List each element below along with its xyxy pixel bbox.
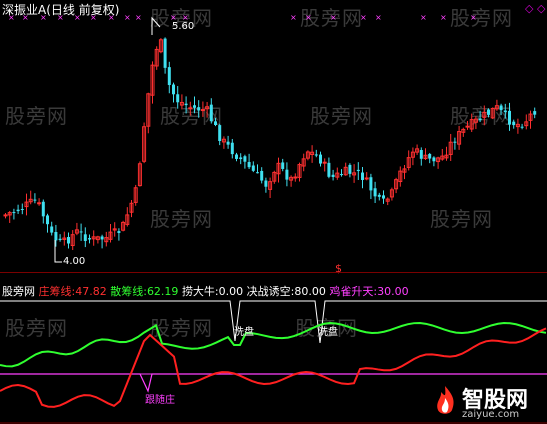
candle-body — [465, 125, 470, 128]
cross-marker: × — [360, 13, 367, 22]
candle-body — [193, 105, 196, 108]
candle-body — [50, 226, 54, 233]
candle-body — [432, 157, 436, 162]
candle-body — [184, 103, 188, 106]
candle-body — [256, 172, 259, 174]
cross-marker: × — [420, 13, 427, 22]
candle-body — [260, 170, 264, 181]
candle-body — [503, 110, 507, 113]
candle-body — [117, 231, 121, 233]
candle-body — [235, 154, 238, 159]
candle-body — [499, 105, 503, 111]
candle-body — [533, 111, 537, 115]
candle-body — [478, 118, 482, 121]
flame-icon — [437, 386, 454, 414]
candle-body — [327, 162, 331, 177]
annotation-wash: 洗盘 — [234, 327, 254, 338]
candle-body — [520, 126, 524, 128]
candle-body — [79, 231, 83, 233]
candle-body — [218, 125, 222, 141]
candle-body — [251, 165, 255, 171]
cross-marker: × — [290, 13, 297, 22]
cross-marker: × — [440, 13, 447, 22]
candle-body — [83, 234, 87, 241]
high-pointer-line — [151, 16, 161, 35]
annotation-wash: 洗盘 — [318, 327, 338, 338]
candle-body — [285, 169, 289, 180]
candle-body — [487, 109, 490, 115]
candle-body — [264, 180, 268, 187]
low-price-label: 4.00 — [63, 256, 86, 267]
green-line — [0, 321, 547, 368]
candle-body — [16, 209, 20, 212]
candle-body — [167, 67, 171, 85]
brand-url: zaiyue.com — [462, 409, 520, 420]
candle-body — [46, 215, 49, 225]
candle-body — [188, 107, 193, 110]
control-diamond-icon[interactable]: ◇ — [525, 2, 533, 15]
candle-body — [508, 110, 511, 125]
cross-marker: × — [305, 13, 312, 22]
cross-marker: × — [375, 13, 382, 22]
candle-body — [247, 162, 251, 168]
candle-body — [58, 238, 62, 240]
candle-body — [197, 107, 201, 111]
cross-marker: × — [135, 13, 142, 22]
candle-body — [209, 104, 213, 122]
candle-body — [200, 109, 205, 112]
candle-body — [364, 177, 369, 180]
candlestick-chart: × × × × × × × × × × × × × × × × × × × — [3, 13, 537, 263]
candle-body — [377, 194, 381, 197]
candle-body — [33, 199, 37, 201]
candle-body — [12, 212, 16, 214]
candle-body — [369, 177, 373, 191]
candle-body — [54, 231, 58, 241]
candle-body — [243, 156, 247, 162]
candle-body — [373, 188, 377, 197]
cross-marker: × — [124, 13, 131, 22]
candle-body — [356, 169, 360, 172]
chart-title: 深振业A(日线 前复权) — [2, 3, 120, 17]
candle-body — [37, 202, 42, 205]
candle-body — [281, 162, 285, 169]
candle-body — [314, 154, 318, 156]
brand-logo: 智股网 zaiyue.com — [432, 382, 547, 424]
candle-body — [163, 38, 167, 68]
candle-body — [176, 94, 180, 103]
candle-body — [214, 121, 217, 126]
candle-body — [428, 153, 432, 159]
candle-body — [226, 141, 230, 145]
candle-body — [3, 214, 8, 217]
cross-marker: × — [330, 13, 337, 22]
high-price-label: 5.60 — [172, 21, 195, 32]
candles-group — [3, 37, 537, 251]
candle-body — [88, 238, 91, 240]
candle-body — [453, 141, 457, 143]
candle-body — [319, 154, 322, 164]
candle-body — [100, 236, 104, 240]
candle-body — [20, 209, 24, 211]
candle-body — [361, 172, 364, 180]
candle-body — [322, 161, 327, 164]
candle-body — [331, 174, 335, 177]
candle-body — [230, 142, 234, 155]
annotation-follow: 跟随庄 — [145, 395, 175, 406]
candle-body — [239, 157, 243, 160]
candle-body — [172, 84, 175, 95]
candle-body — [67, 236, 70, 244]
control-diamond-icon[interactable]: ◇ — [537, 2, 545, 15]
candle-body — [348, 164, 352, 174]
candle-body — [382, 195, 385, 199]
candle-body — [419, 149, 423, 159]
candle-body — [340, 174, 343, 176]
cross-marker: × — [470, 13, 477, 22]
candle-body — [512, 121, 516, 126]
candle-body — [41, 201, 45, 217]
